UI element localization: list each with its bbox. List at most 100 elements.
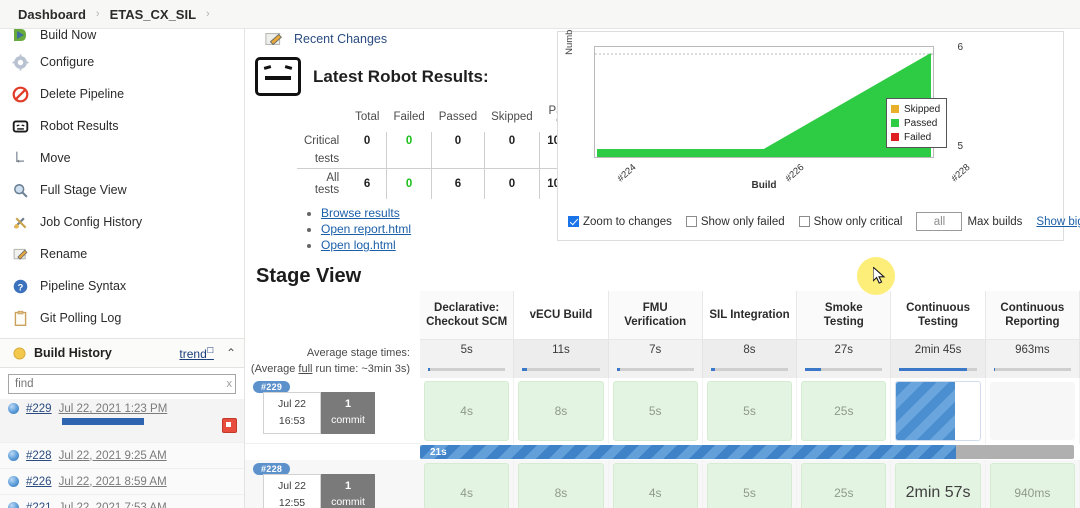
stage-cell[interactable]: 4s xyxy=(420,460,515,508)
build-history-trend-link[interactable]: trend☐ xyxy=(179,346,214,361)
tools-icon xyxy=(10,212,30,232)
breadcrumb-item-job[interactable]: ETAS_CX_SIL xyxy=(110,7,196,22)
stage-cell[interactable]: 2min 57s xyxy=(891,460,986,508)
build-commit-box[interactable]: 1 commit xyxy=(321,392,375,434)
stage-cell[interactable]: 4s xyxy=(420,378,515,444)
show-only-critical-control[interactable]: Show only critical xyxy=(798,216,903,228)
max-builds-input[interactable] xyxy=(916,212,963,231)
open-report-link[interactable]: Open report.html xyxy=(321,222,411,236)
chart-ytick-6: 6 xyxy=(957,42,963,53)
build-history-row[interactable]: #229 Jul 22, 2021 1:23 PM xyxy=(0,399,244,443)
sidebar-item-full-stage-view[interactable]: Full Stage View xyxy=(0,174,244,206)
sidebar-item-rename-label: Rename xyxy=(40,247,88,261)
zoom-to-changes-control[interactable]: Zoom to changes xyxy=(568,216,672,228)
gear-icon xyxy=(10,52,30,72)
stage-header-sil-integration[interactable]: SIL Integration xyxy=(702,291,798,340)
sidebar-item-pipeline-syntax[interactable]: ? Pipeline Syntax xyxy=(0,270,244,302)
robot-results-links: Browse results Open report.html Open log… xyxy=(307,206,555,252)
stage-header-vecu-build[interactable]: vECU Build xyxy=(514,291,609,340)
build-history-number[interactable]: #228 xyxy=(26,450,52,462)
browse-results-link[interactable]: Browse results xyxy=(321,206,400,220)
zoom-to-changes-label[interactable]: Zoom to changes xyxy=(583,216,672,228)
build-progress-fill: 21s xyxy=(420,445,957,459)
spacer-3 xyxy=(431,150,485,169)
stage-cell-value: 940ms xyxy=(989,463,1075,508)
help-icon: ? xyxy=(10,276,30,296)
stage-header-smoke-testing[interactable]: Smoke Testing xyxy=(797,291,892,340)
average-value: 963ms xyxy=(1015,344,1050,356)
stage-cell-value: 25s xyxy=(801,463,887,508)
recent-changes-link[interactable]: Recent Changes xyxy=(265,29,387,49)
build-history-row[interactable]: #228 Jul 22, 2021 9:25 AM xyxy=(0,443,244,469)
stage-header-fmu-verification[interactable]: FMU Verification xyxy=(608,291,703,340)
show-only-critical-label[interactable]: Show only critical xyxy=(814,216,903,228)
show-only-critical-checkbox[interactable] xyxy=(798,216,810,227)
stage-cell-value: 4s xyxy=(424,463,510,508)
chart-legend: Skipped Passed Failed xyxy=(886,98,948,148)
chart-ytick-5: 5 xyxy=(957,141,963,152)
build-history-date[interactable]: Jul 22, 2021 7:53 AM xyxy=(59,502,167,508)
stage-cell[interactable]: 4s xyxy=(608,460,703,508)
average-cell-vecu-build: 11s xyxy=(514,340,609,378)
build-history-number[interactable]: #221 xyxy=(26,502,52,508)
open-log-link[interactable]: Open log.html xyxy=(321,238,396,252)
build-row-label[interactable]: #228 Jul 22 12:55 1 commit xyxy=(245,460,420,508)
show-only-failed-checkbox[interactable] xyxy=(685,216,697,227)
sidebar-item-full-stage-view-label: Full Stage View xyxy=(40,183,127,197)
show-bigger-image-link[interactable]: Show bigger image xyxy=(1036,216,1080,228)
delete-icon xyxy=(10,84,30,104)
stage-view-build-row: #229 Jul 22 16:53 1 commit 4s 8s 5s 5s 2… xyxy=(245,378,1080,444)
breadcrumb-item-dashboard[interactable]: Dashboard xyxy=(18,7,86,22)
build-history-icon xyxy=(12,343,26,363)
zoom-to-changes-checkbox[interactable] xyxy=(568,216,579,227)
sidebar-item-git-polling-log[interactable]: Git Polling Log xyxy=(0,302,244,334)
stage-cell[interactable]: 5s xyxy=(608,378,703,444)
robot-trend-chart[interactable]: Number of test cases 6 5 #224 #226 #228 … xyxy=(564,29,973,191)
stage-header-declarative-checkout-scm[interactable]: Declarative: Checkout SCM xyxy=(420,291,515,340)
stage-cell-value: 4s xyxy=(424,381,510,441)
external-link-icon: ☐ xyxy=(206,345,214,355)
stage-cell[interactable]: 940ms xyxy=(985,460,1080,508)
robot-results-title: Latest Robot Results: xyxy=(313,66,489,86)
stage-cell-running[interactable] xyxy=(891,378,986,444)
build-history-date[interactable]: Jul 22, 2021 1:23 PM xyxy=(59,403,168,415)
sidebar-item-move[interactable]: Move xyxy=(0,142,244,174)
build-history-number[interactable]: #226 xyxy=(26,476,52,488)
stage-cell[interactable]: 25s xyxy=(797,378,892,444)
average-value: 27s xyxy=(834,344,854,356)
build-row-label[interactable]: #229 Jul 22 16:53 1 commit xyxy=(245,378,420,444)
sidebar-item-delete-pipeline[interactable]: Delete Pipeline xyxy=(0,78,244,110)
sidebar-item-rename[interactable]: Rename xyxy=(0,238,244,270)
build-history-title: Build History xyxy=(34,346,112,360)
stage-cell[interactable]: 8s xyxy=(514,460,609,508)
build-history-number[interactable]: #229 xyxy=(26,403,52,415)
clipboard-icon xyxy=(10,308,30,328)
stage-cell[interactable]: 5s xyxy=(702,460,798,508)
build-history-row[interactable]: #221 Jul 22, 2021 7:53 AM xyxy=(0,495,244,508)
build-history-row[interactable]: #226 Jul 22, 2021 8:59 AM xyxy=(0,469,244,495)
build-history-date[interactable]: Jul 22, 2021 9:25 AM xyxy=(59,450,167,462)
stage-cell[interactable]: 25s xyxy=(797,460,892,508)
show-only-failed-label[interactable]: Show only failed xyxy=(701,216,785,228)
stage-cell-empty[interactable] xyxy=(985,378,1080,444)
sidebar-item-job-config-history[interactable]: Job Config History xyxy=(0,206,244,238)
stage-header-continuous-reporting[interactable]: Continuous Reporting xyxy=(985,291,1080,340)
sidebar-item-robot-results[interactable]: Robot Results xyxy=(0,110,244,142)
stage-cell[interactable]: 5s xyxy=(702,378,798,444)
build-now-icon xyxy=(10,29,30,45)
commit-label: commit xyxy=(331,414,365,427)
clear-find-icon[interactable]: x xyxy=(227,378,233,390)
average-mini-bar xyxy=(522,368,600,371)
sidebar-item-configure[interactable]: Configure xyxy=(0,46,244,78)
build-date-box: Jul 22 12:55 xyxy=(263,474,321,508)
build-history-date[interactable]: Jul 22, 2021 8:59 AM xyxy=(59,476,167,488)
stage-cell[interactable]: 8s xyxy=(514,378,609,444)
sidebar-item-build-now[interactable]: Build Now xyxy=(0,29,244,46)
stop-build-icon[interactable] xyxy=(222,418,237,433)
chevron-up-icon[interactable]: ⌃ xyxy=(226,346,236,360)
show-only-failed-control[interactable]: Show only failed xyxy=(685,216,785,228)
stage-header-continuous-testing[interactable]: Continuous Testing xyxy=(891,291,986,340)
build-history-find-wrap: x xyxy=(0,368,244,399)
build-history-find-input[interactable] xyxy=(8,374,236,394)
build-commit-box[interactable]: 1 commit xyxy=(321,474,375,508)
